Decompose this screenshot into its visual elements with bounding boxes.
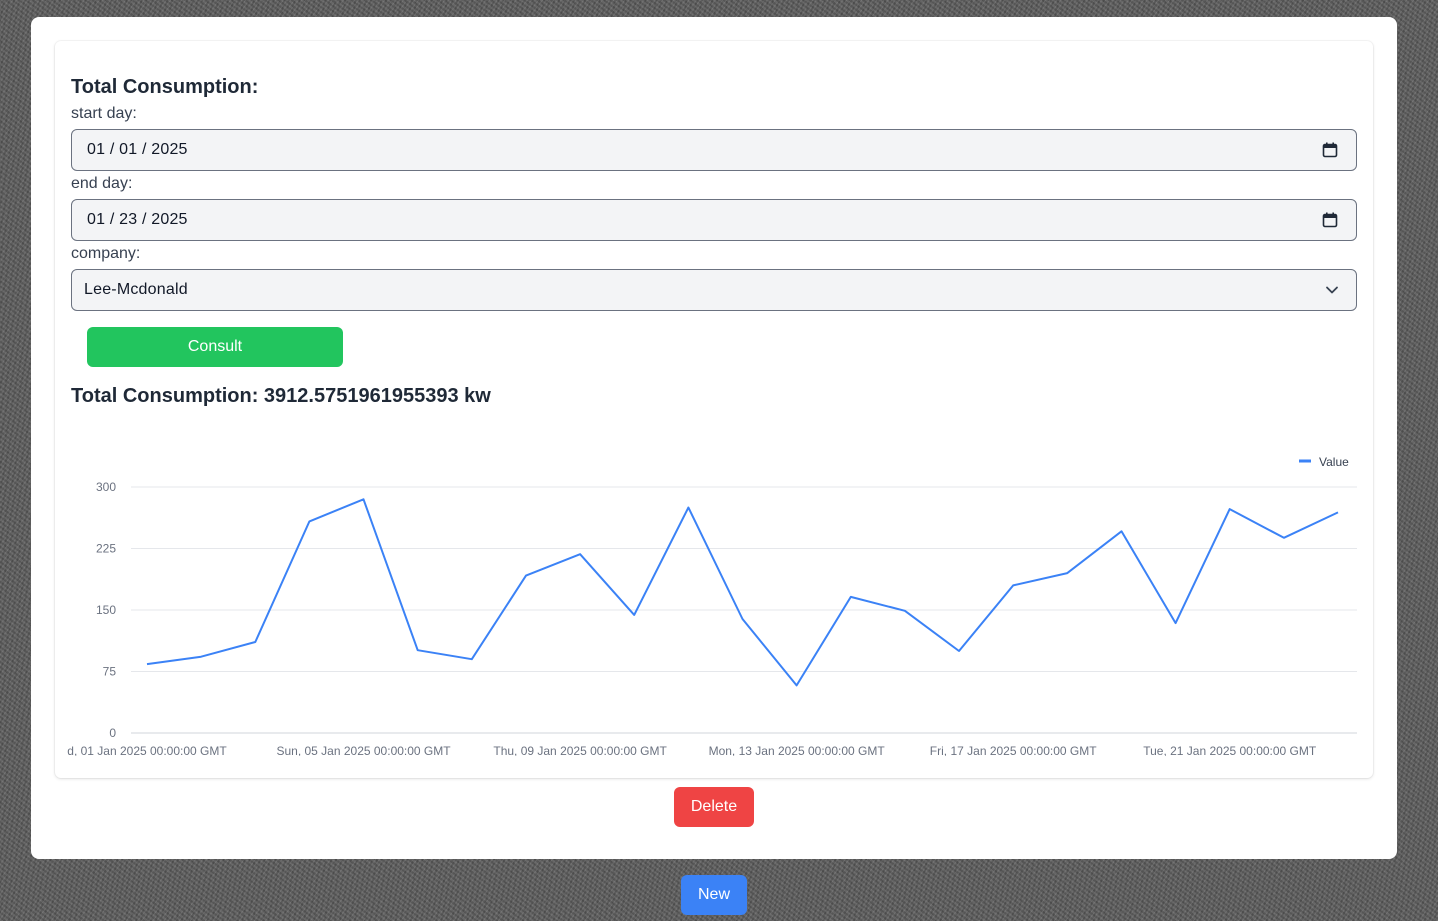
end-day-label: end day: [71,175,133,192]
legend-label: Value [1319,455,1349,469]
series-line-value [146,498,1339,687]
consult-button[interactable]: Consult [87,327,343,367]
end-day-input[interactable]: 01 / 23 / 2025 [71,199,1357,241]
start-day-label: start day: [71,105,137,122]
delete-button[interactable]: Delete [674,787,754,827]
chevron-down-icon[interactable] [1322,280,1342,300]
y-tick-label: 225 [96,542,116,556]
form-title: Total Consumption: [71,76,259,98]
company-select[interactable]: Lee-Mcdonald [71,269,1357,311]
x-tick-label: Fri, 17 Jan 2025 00:00:00 GMT [930,744,1097,756]
x-tick-label: Sun, 05 Jan 2025 00:00:00 GMT [276,744,451,756]
y-tick-label: 75 [103,665,117,679]
x-tick-label: Mon, 13 Jan 2025 00:00:00 GMT [709,744,886,756]
total-consumption-result: Total Consumption: 3912.5751961955393 kw [71,385,491,407]
y-tick-label: 150 [96,603,116,617]
calendar-icon[interactable] [1320,140,1340,160]
end-day-value[interactable]: 01 / 23 / 2025 [72,211,1320,229]
company-label: company: [71,245,141,262]
y-tick-label: 300 [96,480,116,494]
consumption-panel: Total Consumption: start day: 01 / 01 / … [55,41,1373,778]
main-card: Total Consumption: start day: 01 / 01 / … [31,17,1397,859]
x-tick-label: Thu, 09 Jan 2025 00:00:00 GMT [493,744,667,756]
start-day-value[interactable]: 01 / 01 / 2025 [72,141,1320,159]
start-day-input[interactable]: 01 / 01 / 2025 [71,129,1357,171]
company-select-value[interactable]: Lee-Mcdonald [72,281,1322,299]
new-button[interactable]: New [681,875,747,915]
calendar-icon[interactable] [1320,210,1340,230]
consumption-line-chart: 0 75 150 225 300 d, 01 Jan 2025 00:00:00 GMT S… [67,455,1357,756]
x-tick-label: d, 01 Jan 2025 00:00:00 GMT [67,744,227,756]
x-tick-label: Tue, 21 Jan 2025 00:00:00 GMT [1143,744,1317,756]
y-tick-label: 0 [109,726,116,740]
